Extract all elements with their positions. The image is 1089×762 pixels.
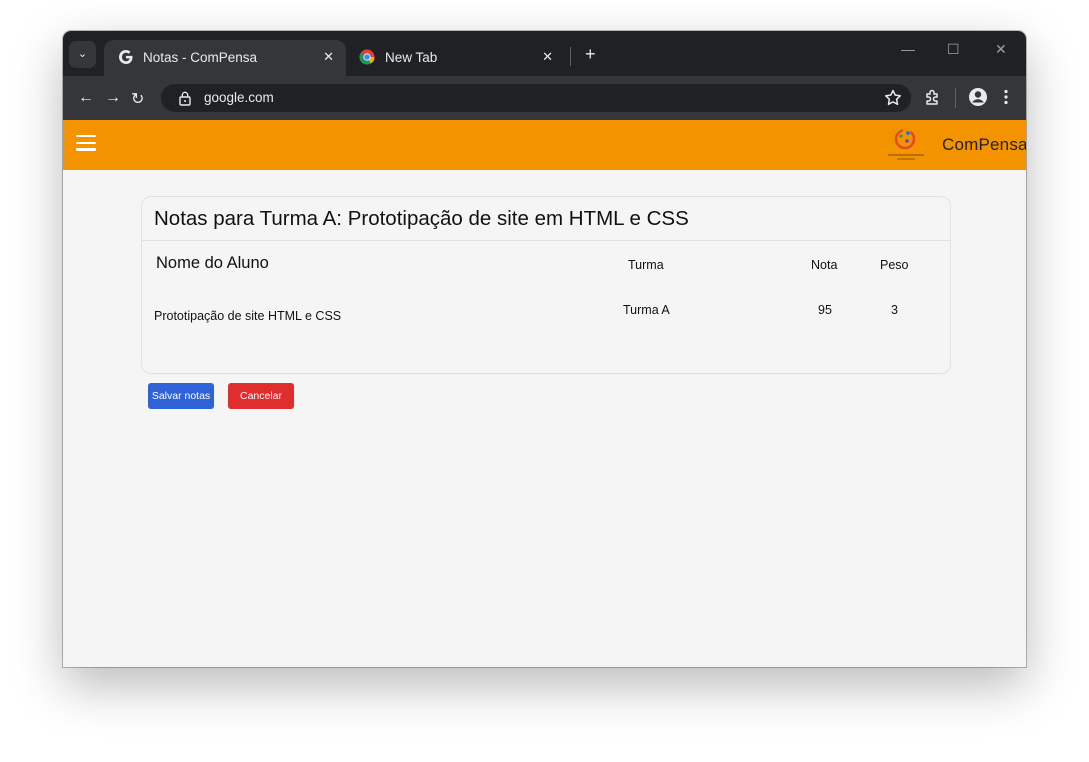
close-window-button[interactable]: ✕ [995,41,1007,58]
close-tab-icon[interactable]: ✕ [542,49,553,65]
tab-search-button[interactable]: ⌄ [69,41,96,68]
bookmark-star-icon[interactable] [882,87,904,109]
chrome-icon [359,49,375,65]
maximize-icon: ☐ [947,41,960,57]
app-header: ComPensa [63,120,1026,170]
card-divider [142,240,950,241]
tab-title: New Tab [385,50,438,65]
minimize-icon: — [901,41,915,57]
column-header-student-name: Nome do Aluno [156,254,269,272]
cell-student-name: Prototipação de site HTML e CSS [154,309,342,323]
reload-button[interactable]: ↻ [131,89,144,109]
browser-window: ⌄ Notas - ComPensa ✕ New Tab ✕ + — ☐ ✕ ←… [63,31,1026,667]
compensa-logo [888,128,924,160]
address-bar[interactable]: google.com [161,84,911,112]
cell-weight: 3 [891,303,898,317]
grades-card: Notas para Turma A: Prototipação de site… [141,196,951,374]
site-info-icon [179,91,191,106]
extensions-icon[interactable] [922,86,944,108]
reload-icon: ↻ [131,91,145,108]
column-header-weight: Peso [880,258,909,272]
minimize-button[interactable]: — [901,41,915,57]
toolbar-divider [955,88,956,108]
google-g-icon [119,50,133,64]
hamburger-menu-icon[interactable] [76,135,96,153]
tab-divider [570,47,571,66]
address-text: google.com [204,90,274,105]
column-header-class: Turma [628,258,664,272]
profile-avatar-icon[interactable] [967,86,989,108]
arrow-right-icon: → [105,89,121,106]
page-title: Notas para Turma A: Prototipação de site… [154,207,689,230]
arrow-left-icon: ← [78,89,94,106]
brand-name: ComPensa [942,135,1026,154]
tab-notas-compensa[interactable]: Notas - ComPensa ✕ [104,40,346,76]
cancel-button[interactable]: Cancelar [228,383,294,409]
close-tab-icon[interactable]: ✕ [323,49,334,65]
browser-toolbar: ← → ↻ google.com [63,76,1026,120]
more-menu-icon[interactable] [995,86,1017,108]
close-icon: ✕ [995,41,1007,57]
cell-grade[interactable]: 95 [818,303,832,317]
maximize-button[interactable]: ☐ [947,41,960,58]
tab-strip: ⌄ Notas - ComPensa ✕ New Tab ✕ + — ☐ ✕ [63,31,1026,76]
plus-icon: + [585,44,596,64]
cell-class: Turma A [623,303,670,317]
new-tab-button[interactable]: + [585,44,596,65]
save-grades-button[interactable]: Salvar notas [148,383,214,409]
column-header-grade: Nota [811,258,838,272]
forward-button[interactable]: → [105,89,121,107]
tab-new-tab[interactable]: New Tab ✕ [347,40,565,76]
chevron-down-icon: ⌄ [77,48,88,60]
tab-title: Notas - ComPensa [143,50,258,65]
back-button[interactable]: ← [78,89,94,107]
